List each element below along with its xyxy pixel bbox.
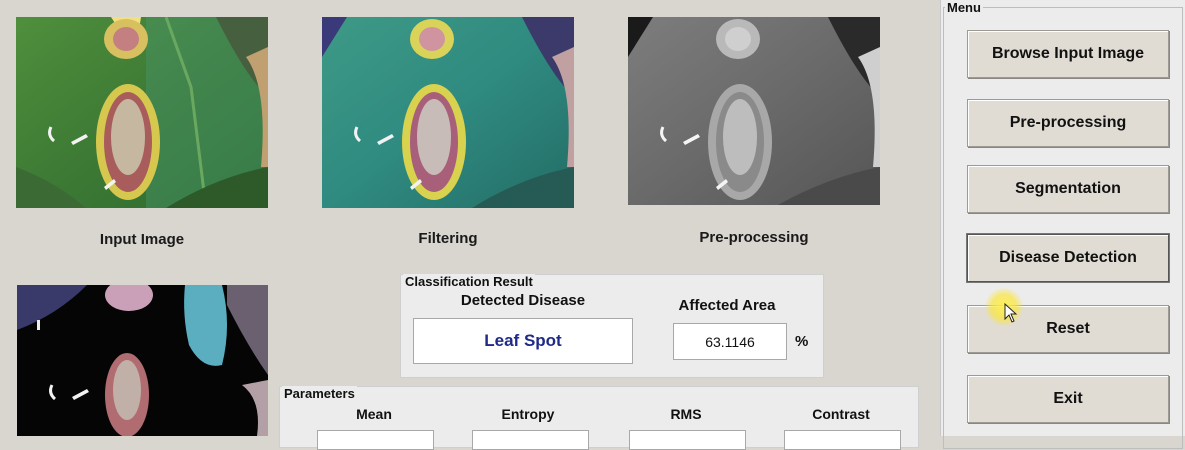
disease-detection-button[interactable]: Disease Detection bbox=[967, 234, 1169, 282]
param-field-mean bbox=[317, 430, 434, 450]
browse-input-image-button[interactable]: Browse Input Image bbox=[967, 30, 1169, 78]
param-label-entropy: Entropy bbox=[501, 406, 555, 422]
detected-disease-label: Detected Disease bbox=[460, 292, 586, 309]
segmentation-image bbox=[17, 285, 268, 436]
preprocessing-image-caption: Pre-processing bbox=[699, 229, 809, 246]
menu-title: Menu bbox=[945, 0, 983, 15]
parameters-title: Parameters bbox=[282, 386, 357, 401]
affected-area-unit: % bbox=[795, 333, 809, 350]
param-field-contrast bbox=[784, 430, 901, 450]
param-label-mean: Mean bbox=[356, 406, 392, 422]
affected-area-label: Affected Area bbox=[678, 297, 776, 314]
detected-disease-field: Leaf Spot bbox=[413, 318, 633, 364]
param-label-contrast: Contrast bbox=[812, 406, 870, 422]
filtering-image-caption: Filtering bbox=[418, 230, 478, 247]
detected-disease-value: Leaf Spot bbox=[484, 331, 562, 350]
input-image-caption: Input Image bbox=[99, 231, 185, 248]
preprocessing-button[interactable]: Pre-processing bbox=[967, 99, 1169, 147]
affected-area-field: 63.1146 bbox=[673, 323, 787, 360]
param-field-rms bbox=[629, 430, 746, 450]
classification-result-title: Classification Result bbox=[403, 274, 535, 289]
affected-area-value: 63.1146 bbox=[705, 333, 755, 350]
preprocessing-image bbox=[628, 17, 880, 205]
segmentation-button[interactable]: Segmentation bbox=[967, 165, 1169, 213]
input-image bbox=[16, 17, 268, 208]
mouse-pointer-icon bbox=[1004, 303, 1018, 323]
param-label-rms: RMS bbox=[670, 406, 702, 422]
exit-button[interactable]: Exit bbox=[967, 375, 1169, 423]
menu-panel: Menu Browse Input Image Pre-processing S… bbox=[940, 0, 1185, 449]
param-field-entropy bbox=[472, 430, 589, 450]
filtering-image bbox=[322, 17, 574, 208]
